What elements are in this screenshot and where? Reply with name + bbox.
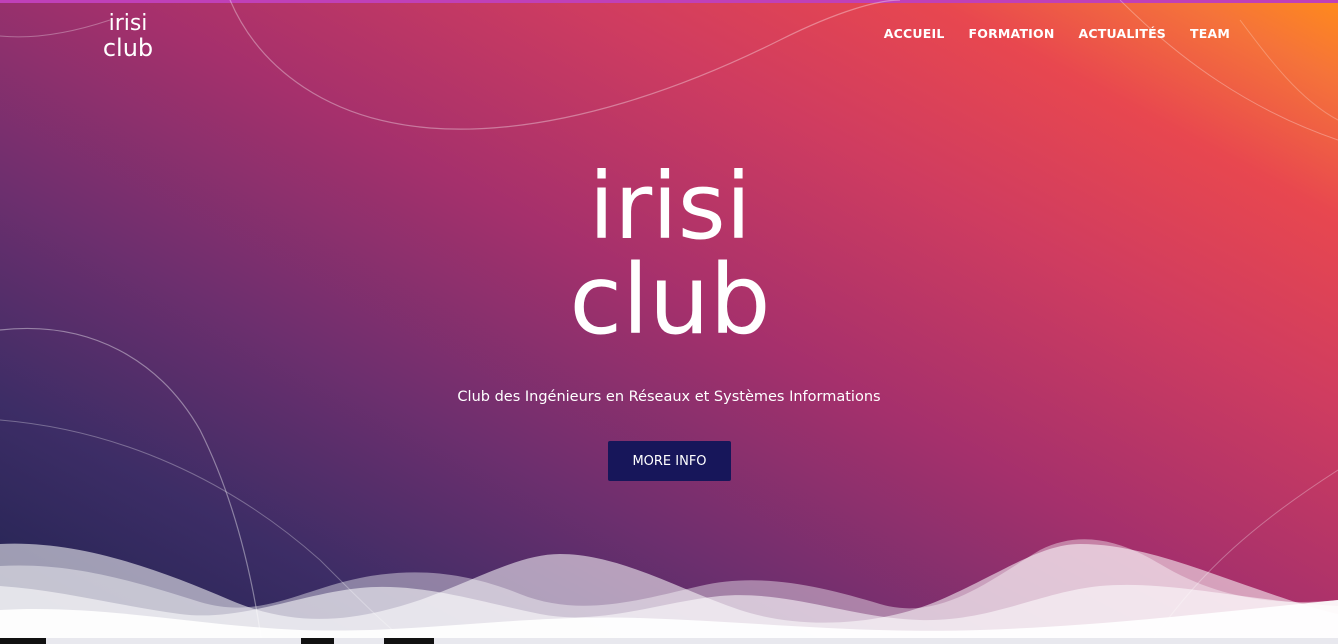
main-nav: ACCUEIL FORMATION ACTUALITÉS TEAM bbox=[884, 26, 1230, 41]
more-info-button[interactable]: MORE INFO bbox=[608, 441, 731, 481]
nav-accueil[interactable]: ACCUEIL bbox=[884, 26, 945, 41]
nav-team[interactable]: TEAM bbox=[1190, 26, 1230, 41]
hero-section: irisi club ACCUEIL FORMATION ACTUALITÉS … bbox=[0, 0, 1338, 644]
bottom-strip bbox=[0, 638, 1338, 644]
hero-tagline: Club des Ingénieurs en Réseaux et Systèm… bbox=[457, 389, 881, 405]
nav-actualites[interactable]: ACTUALITÉS bbox=[1079, 26, 1167, 41]
logo-small-top-text: irisi bbox=[109, 11, 148, 36]
irisi-club-logo-large: irisi club bbox=[569, 158, 770, 338]
nav-formation[interactable]: FORMATION bbox=[969, 26, 1055, 41]
logo-small-bottom-text: club bbox=[103, 34, 153, 58]
bottom-waves bbox=[0, 539, 1338, 644]
irisi-club-logo-small[interactable]: irisi club bbox=[100, 8, 156, 58]
logo-large-bottom-text: club bbox=[569, 244, 770, 338]
